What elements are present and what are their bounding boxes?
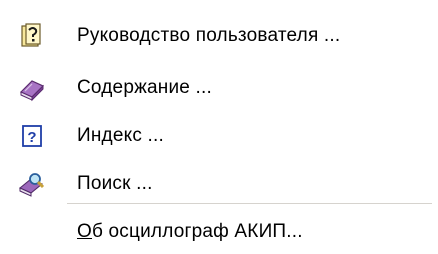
menu-item-contents[interactable]: Содержание ... bbox=[0, 68, 436, 108]
guide-question-icon bbox=[0, 16, 64, 56]
menu-item-about[interactable]: Об осциллограф АКИП... bbox=[0, 212, 436, 252]
mnemonic-letter: О bbox=[77, 221, 92, 242]
menu-item-search[interactable]: Поиск ... bbox=[0, 164, 436, 204]
help-menu: Руководство пользователя ... Содержание … bbox=[0, 0, 438, 254]
menu-item-index[interactable]: ? Индекс ... bbox=[0, 116, 436, 156]
menu-item-label: Руководство пользователя ... bbox=[77, 25, 341, 46]
svg-text:?: ? bbox=[27, 129, 36, 146]
menu-item-label: Содержание ... bbox=[77, 77, 212, 98]
about-empty-icon-slot bbox=[0, 212, 64, 252]
menu-item-label: Об осциллограф АКИП... bbox=[64, 221, 303, 243]
menu-item-label: Поиск ... bbox=[77, 173, 153, 194]
menu-item-label: Индекс ... bbox=[77, 125, 164, 146]
help-index-icon: ? bbox=[0, 116, 64, 156]
search-book-icon bbox=[0, 164, 64, 204]
menu-item-user-guide[interactable]: Руководство пользователя ... bbox=[0, 16, 436, 56]
book-contents-icon bbox=[0, 68, 64, 108]
menu-separator bbox=[67, 203, 432, 204]
about-label-rest: б осциллограф АКИП... bbox=[91, 221, 303, 242]
